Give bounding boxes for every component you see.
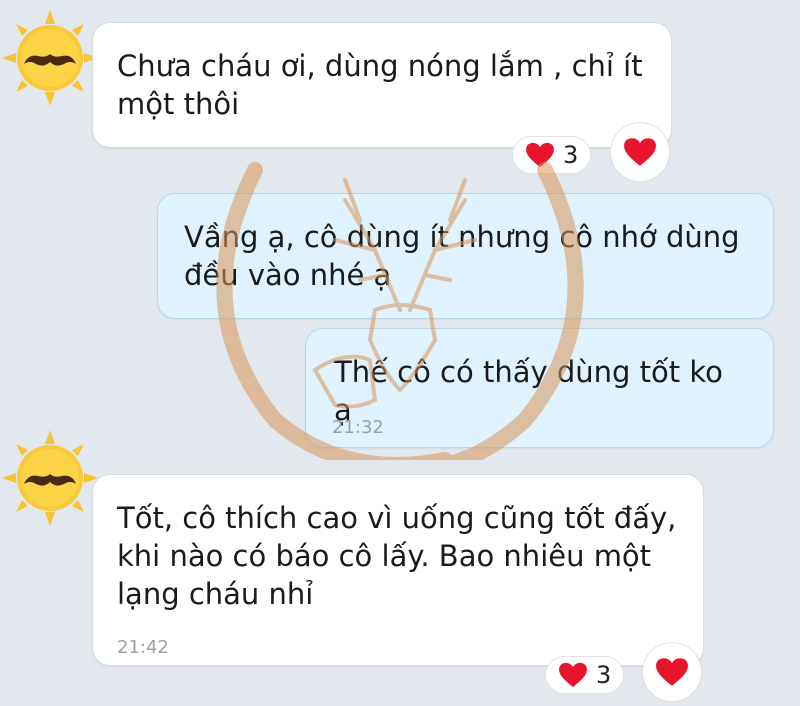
heart-icon (656, 658, 688, 686)
reaction-count[interactable]: 3 (512, 136, 592, 174)
heart-icon (559, 662, 587, 688)
message-bubble-incoming[interactable]: Tốt, cô thích cao vì uống cũng tốt đấy, … (92, 474, 704, 666)
react-heart-button[interactable] (642, 642, 702, 702)
reaction-count[interactable]: 3 (545, 656, 625, 694)
message-text: Thế cô có thấy dùng tốt ko ạ (334, 355, 723, 427)
avatar[interactable] (2, 10, 98, 106)
heart-icon (624, 138, 656, 166)
sun-mustache-icon (2, 10, 98, 106)
reaction-count-value: 3 (563, 141, 579, 169)
message-text: Tốt, cô thích cao vì uống cũng tốt đấy, … (117, 501, 677, 611)
message-bubble-incoming[interactable]: Chưa cháu ơi, dùng nóng lắm , chỉ ít một… (92, 22, 672, 148)
heart-icon (526, 142, 554, 168)
avatar[interactable] (2, 430, 98, 526)
sun-mustache-icon (2, 430, 98, 526)
react-heart-button[interactable] (610, 122, 670, 182)
message-timestamp: 21:42 (117, 637, 169, 658)
message-bubble-outgoing[interactable]: Vầng ạ, cô dùng ít nhưng cô nhớ dùng đều… (157, 193, 774, 319)
message-timestamp: 21:32 (332, 417, 384, 438)
reaction-count-value: 3 (596, 661, 612, 689)
message-bubble-outgoing[interactable]: Thế cô có thấy dùng tốt ko ạ 21:32 (305, 328, 774, 448)
message-text: Vầng ạ, cô dùng ít nhưng cô nhớ dùng đều… (184, 220, 740, 292)
message-text: Chưa cháu ơi, dùng nóng lắm , chỉ ít một… (117, 49, 643, 121)
